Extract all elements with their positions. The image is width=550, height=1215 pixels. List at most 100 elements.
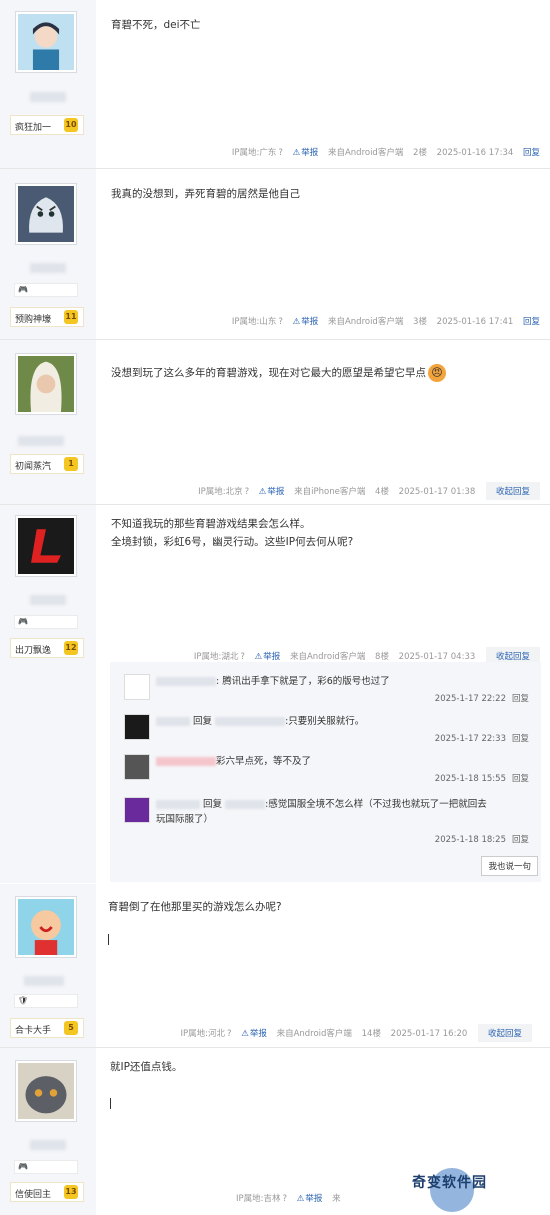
collapse-replies-button[interactable]: 收起回复 [485, 482, 540, 500]
avatar[interactable] [15, 353, 77, 415]
post-time: 2025-01-17 01:38 [398, 487, 476, 497]
rank-title: 信使回主 [15, 1190, 52, 1200]
report-link[interactable]: ⚠举报 [259, 487, 285, 497]
rank-level: 5 [64, 1021, 78, 1035]
collapse-replies-button[interactable]: 收起回复 [477, 1024, 532, 1042]
sub-reply-time: 2025-1-18 15:55 [434, 774, 506, 784]
avatar[interactable] [15, 515, 77, 577]
sub-reply-time: 2025-1-17 22:33 [434, 734, 506, 744]
rank-level: 11 [64, 310, 78, 324]
ip-location: IP属地:河北 [180, 1029, 226, 1039]
warning-triangle-icon: ⚠ [292, 317, 301, 327]
post-tail: IP属地:北京? ⚠举报 来自iPhone客户端 4楼 2025-01-17 0… [191, 482, 540, 500]
sub-reply-button[interactable]: 回复 [512, 734, 529, 744]
post-content: 育碧倒了在他那里买的游戏怎么办呢? [108, 901, 282, 913]
sub-reply-button[interactable]: 回复 [512, 694, 529, 704]
question-circle-icon[interactable]: ? [245, 487, 250, 497]
floor-number: 3楼 [413, 317, 427, 327]
floor-number: 4楼 [375, 487, 389, 497]
sub-reply: 回复 :感觉国服全境不怎么样（不过我也就玩了一把就回去 玩国际服了） 2025-… [124, 797, 529, 847]
ip-location: IP属地:吉林 [236, 1194, 281, 1204]
reply-word: 回复 [203, 799, 223, 810]
avatar[interactable] [15, 896, 77, 958]
rank-title: 疯狂加一 [15, 123, 52, 133]
question-circle-icon[interactable]: ? [240, 652, 245, 662]
angry-face-icon: 😠 [428, 364, 446, 382]
rank-level: 13 [64, 1185, 78, 1199]
rank-title: 初闻蒸汽 [15, 462, 52, 472]
report-link[interactable]: ⚠举报 [241, 1029, 267, 1039]
badge-row: 🎮 [14, 283, 78, 297]
author-panel: 🎮 信使回主 13 [0, 1048, 96, 1215]
rank-level: 10 [64, 118, 78, 132]
avatar[interactable] [124, 797, 150, 823]
floor-number: 2楼 [413, 148, 427, 158]
rank-badge[interactable]: 出刀飘逸 12 [10, 638, 84, 658]
avatar[interactable] [15, 11, 77, 73]
warning-triangle-icon: ⚠ [258, 487, 267, 497]
sub-reply: : 腾讯出手拿下就是了，彩6的版号也过了 2025-1-17 22:22 回复 [124, 674, 529, 714]
rank-level: 12 [64, 641, 78, 655]
warning-triangle-icon: ⚠ [296, 1194, 305, 1204]
post-tail: IP属地:山东? ⚠举报 来自Android客户端 3楼 2025-01-16 … [225, 315, 540, 327]
post-tail: IP属地:河北? ⚠举报 来自Android客户端 14楼 2025-01-17… [174, 1024, 532, 1042]
question-circle-icon[interactable]: ? [278, 317, 283, 327]
rank-title: 出刀飘逸 [15, 646, 52, 656]
author-panel: 🎮 出刀飘逸 12 [0, 505, 96, 883]
post-floor-4: 初闻蒸汽 1 没想到玩了这么多年的育碧游戏，现在对它最大的愿望是希望它早点 😠 I… [0, 340, 550, 505]
text-cursor [108, 934, 109, 945]
avatar[interactable] [124, 674, 150, 700]
post-content: 育碧不死，dei不亡 [111, 19, 201, 31]
warning-triangle-icon: ⚠ [292, 148, 301, 158]
rank-badge[interactable]: 疯狂加一 10 [10, 115, 84, 135]
sub-reply-button[interactable]: 回复 [512, 835, 529, 845]
post-tail: IP属地:吉林? ⚠举报 来 [236, 1192, 341, 1204]
post-floor-3: 🎮 预购神壕 11 我真的没想到，弄死育碧的居然是他自己 IP属地:山东? ⚠举… [0, 169, 550, 340]
client-source: 来自iPhone客户端 [294, 487, 366, 497]
question-circle-icon[interactable]: ? [278, 148, 283, 158]
rank-badge[interactable]: 合卡大手 5 [10, 1018, 84, 1038]
post-floor-2: 疯狂加一 10 育碧不死，dei不亡 IP属地:广东? ⚠举报 来自Androi… [0, 0, 550, 169]
author-panel: 🎮 预购神壕 11 [0, 169, 96, 339]
rank-title: 合卡大手 [15, 1026, 52, 1036]
reply-button[interactable]: 回复 [523, 317, 540, 327]
avatar[interactable] [15, 1060, 77, 1122]
rank-badge[interactable]: 预购神壕 11 [10, 307, 84, 327]
report-link[interactable]: ⚠举报 [293, 317, 319, 327]
sub-reply-text: :只要别关服就行。 [285, 716, 365, 727]
client-source: 来自Android客户端 [276, 1029, 352, 1039]
author-panel: 初闻蒸汽 1 [0, 340, 96, 504]
rank-badge[interactable]: 初闻蒸汽 1 [10, 454, 84, 474]
avatar[interactable] [124, 754, 150, 780]
client-source: 来自Android客户端 [327, 148, 404, 158]
avatar[interactable] [124, 714, 150, 740]
post-time: 2025-01-17 04:33 [398, 652, 476, 662]
report-link[interactable]: ⚠举报 [293, 148, 319, 158]
post-time: 2025-01-16 17:34 [436, 148, 514, 158]
post-content: 不知道我玩的那些育碧游戏结果会怎么样。 全境封锁，彩虹6号，幽灵行动。这些IP何… [111, 518, 354, 548]
post-content: 就IP还值点钱。 [110, 1061, 183, 1073]
warning-triangle-icon: ⚠ [254, 652, 263, 662]
post-time: 2025-01-16 17:41 [436, 317, 514, 327]
rank-badge[interactable]: 信使回主 13 [10, 1182, 84, 1202]
sub-reply: 彩六早点死，等不及了 2025-1-18 15:55 回复 [124, 754, 529, 794]
sub-reply-button[interactable]: 回复 [512, 774, 529, 784]
report-link[interactable]: ⚠举报 [255, 652, 281, 662]
question-circle-icon[interactable]: ? [283, 1194, 288, 1204]
sub-reply-text: :感觉国服全境不怎么样（不过我也就玩了一把就回去 [265, 799, 487, 810]
avatar[interactable] [15, 183, 77, 245]
badge-row: 🛡 [14, 994, 78, 1008]
ip-location: IP属地:湖北 [193, 652, 239, 662]
post-content: 我真的没想到，弄死育碧的居然是他自己 [111, 188, 300, 200]
question-circle-icon[interactable]: ? [227, 1029, 232, 1039]
reply-button[interactable]: 回复 [523, 148, 540, 158]
sub-reply-text: : 腾讯出手拿下就是了，彩6的版号也过了 [216, 676, 390, 687]
rank-level: 1 [64, 457, 78, 471]
badge-row: 🎮 [14, 615, 78, 629]
rank-title: 预购神壕 [15, 315, 52, 325]
ip-location: IP属地:山东 [231, 317, 277, 327]
add-comment-button[interactable]: 我也说一句 [481, 856, 538, 876]
report-link[interactable]: ⚠举报 [297, 1194, 323, 1204]
post-tail: IP属地:广东? ⚠举报 来自Android客户端 2楼 2025-01-16 … [225, 146, 540, 158]
watermark: 奇变软件园 [412, 1175, 487, 1191]
